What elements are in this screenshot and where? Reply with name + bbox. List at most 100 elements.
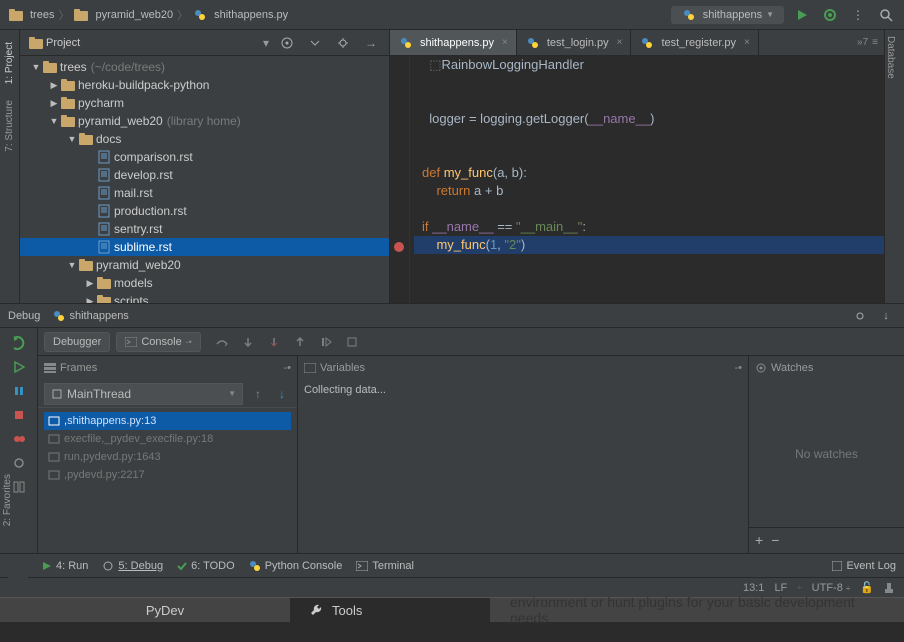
tree-item[interactable]: sentry.rst (20, 220, 389, 238)
chevron-down-icon: ▼ (228, 389, 236, 398)
hector-icon[interactable] (884, 582, 894, 594)
editor-gutter[interactable] (390, 56, 410, 303)
bottom-terminal[interactable]: Terminal (356, 560, 414, 572)
step-into-icon[interactable] (239, 333, 257, 351)
close-icon[interactable]: × (744, 37, 750, 48)
rail-project[interactable]: 1: Project (4, 38, 15, 88)
view-breakpoints-button[interactable] (10, 430, 28, 448)
frame-row[interactable]: run, pydevd.py:1643 (44, 448, 291, 466)
gear-icon[interactable] (850, 306, 870, 326)
tree-arrow-icon[interactable]: ▼ (48, 116, 60, 126)
editor-tab[interactable]: shithappens.py× (390, 30, 517, 55)
encoding[interactable]: UTF-8 ÷ (812, 582, 851, 594)
taskbar-start-icon[interactable] (0, 598, 40, 622)
bottom-debug[interactable]: 5: Debug (102, 560, 163, 572)
run-config-selector[interactable]: shithappens ▼ (671, 6, 784, 24)
tabs-overflow[interactable]: »7 ≡ (851, 30, 884, 55)
evaluate-icon[interactable] (343, 333, 361, 351)
frame-up-icon[interactable]: ↑ (249, 385, 267, 403)
breakpoint-icon[interactable] (394, 242, 404, 252)
code-area[interactable]: ⬚RainbowLoggingHandler logger = logging.… (410, 56, 884, 303)
chevron-right-icon: 〉 (58, 7, 69, 23)
tree-arrow-icon[interactable]: ▶ (84, 278, 96, 289)
lock-icon[interactable]: 🔓 (860, 581, 874, 594)
close-icon[interactable]: × (617, 37, 623, 48)
pin-icon[interactable]: ↓ (876, 306, 896, 326)
pin-icon[interactable]: -• (734, 362, 742, 374)
tree-item[interactable]: ▼trees(~/code/trees) (20, 58, 389, 76)
right-tool-rail: Database (884, 30, 904, 303)
run-to-cursor-icon[interactable] (317, 333, 335, 351)
gear-icon[interactable] (333, 33, 353, 53)
thread-selector[interactable]: MainThread ▼ (44, 383, 243, 405)
pause-button[interactable] (10, 382, 28, 400)
frame-icon (48, 451, 60, 463)
folder-icon (60, 96, 76, 110)
more-icon[interactable]: ⋮ (848, 5, 868, 25)
rail-favorites-label[interactable]: 2: Favorites (2, 470, 13, 530)
tree-item[interactable]: ▶scripts (20, 292, 389, 303)
collapse-icon[interactable] (305, 33, 325, 53)
tree-item[interactable]: ▶pycharm (20, 94, 389, 112)
breadcrumb-root[interactable]: trees (30, 9, 54, 21)
step-out-icon[interactable] (291, 333, 309, 351)
bottom-run[interactable]: 4: Run (42, 560, 88, 572)
bottom-python-console[interactable]: Python Console (249, 560, 343, 572)
rail-database[interactable]: Database (885, 30, 896, 83)
force-step-into-icon[interactable] (265, 333, 283, 351)
cursor-position[interactable]: 13:1 (743, 582, 764, 594)
debugger-tab[interactable]: Debugger (44, 332, 110, 352)
stop-button[interactable] (10, 406, 28, 424)
search-icon[interactable] (876, 5, 896, 25)
pin-icon[interactable]: -• (283, 362, 291, 374)
rerun-button[interactable] (10, 334, 28, 352)
frames-list[interactable]: , shithappens.py:13execfile, _pydev_exec… (38, 408, 297, 553)
editor-tab[interactable]: test_login.py× (517, 30, 632, 55)
step-over-icon[interactable] (213, 333, 231, 351)
resume-button[interactable] (10, 358, 28, 376)
close-icon[interactable]: × (502, 37, 508, 48)
tree-arrow-icon[interactable]: ▶ (84, 296, 96, 304)
frame-row[interactable]: execfile, _pydev_execfile.py:18 (44, 430, 291, 448)
frame-row[interactable]: , pydevd.py:2217 (44, 466, 291, 484)
frames-title: Frames (60, 362, 97, 374)
event-log[interactable]: Event Log (832, 560, 896, 572)
tree-item[interactable]: ▶heroku-buildpack-python (20, 76, 389, 94)
tree-item[interactable]: ▼docs (20, 130, 389, 148)
tree-item[interactable]: ▼pyramid_web20 (20, 256, 389, 274)
locate-icon[interactable] (277, 33, 297, 53)
hide-icon[interactable]: → (361, 33, 381, 53)
frame-down-icon[interactable]: ↓ (273, 385, 291, 403)
breadcrumb-mid[interactable]: pyramid_web20 (95, 9, 173, 21)
run-button[interactable] (792, 5, 812, 25)
tree-arrow-icon[interactable]: ▼ (30, 62, 42, 72)
bottom-todo[interactable]: 6: TODO (177, 560, 235, 572)
tree-arrow-icon[interactable]: ▶ (48, 80, 60, 91)
tree-item[interactable]: production.rst (20, 202, 389, 220)
debug-config-name: shithappens (69, 310, 128, 322)
tree-arrow-icon[interactable]: ▼ (66, 134, 78, 144)
tree-item[interactable]: sublime.rst (20, 238, 389, 256)
chevron-down-icon[interactable]: ▾ (263, 36, 269, 50)
breadcrumb-file[interactable]: shithappens.py (214, 9, 288, 21)
console-tab[interactable]: Console -• (116, 332, 201, 352)
tree-item[interactable]: ▼pyramid_web20(library home) (20, 112, 389, 130)
debug-button[interactable] (820, 5, 840, 25)
add-watch-button[interactable]: + (755, 532, 763, 548)
taskbar-tools[interactable]: Tools (290, 598, 490, 622)
editor-tab[interactable]: test_register.py× (631, 30, 758, 55)
line-separator[interactable]: LF (774, 582, 787, 594)
taskbar-pydev[interactable]: PyDev (40, 598, 290, 622)
tree-arrow-icon[interactable]: ▼ (66, 260, 78, 270)
frame-row[interactable]: , shithappens.py:13 (44, 412, 291, 430)
python-icon (398, 36, 414, 50)
file-icon (96, 168, 112, 182)
tree-item[interactable]: comparison.rst (20, 148, 389, 166)
tree-item[interactable]: mail.rst (20, 184, 389, 202)
remove-watch-button[interactable]: − (771, 532, 779, 548)
tree-item[interactable]: develop.rst (20, 166, 389, 184)
project-tree[interactable]: ▼trees(~/code/trees)▶heroku-buildpack-py… (20, 56, 389, 303)
rail-structure[interactable]: 7: Structure (4, 96, 15, 156)
tree-arrow-icon[interactable]: ▶ (48, 98, 60, 109)
tree-item[interactable]: ▶models (20, 274, 389, 292)
